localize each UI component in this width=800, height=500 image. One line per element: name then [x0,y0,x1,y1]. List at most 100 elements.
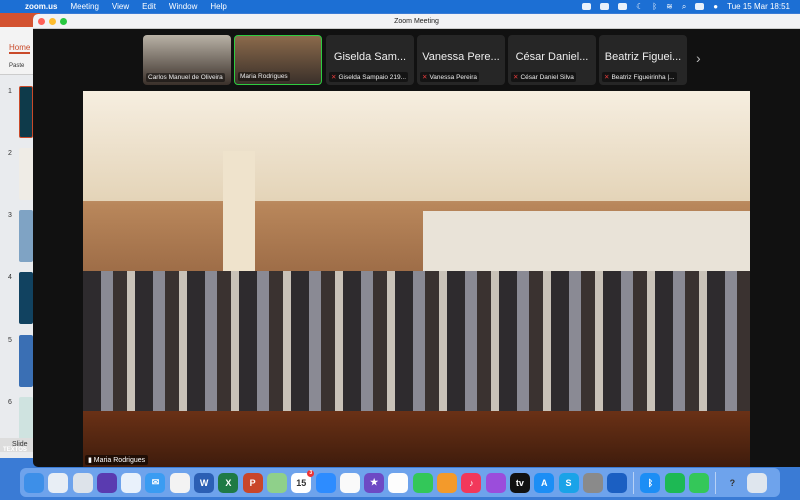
participant-label: ✕ Beatriz Figueirinha |... [602,72,677,82]
slide-thumbnail[interactable] [19,148,33,200]
dock-imovie-icon[interactable]: ★ [364,472,385,493]
dock-icon-glyph: W [199,477,209,488]
slide-number: 3 [8,212,12,219]
zoom-status-icon[interactable] [582,3,592,10]
participant-tile[interactable]: César Daniel... ✕ César Daniel Silva [508,35,596,85]
dock-safari-icon[interactable] [121,472,142,493]
dock-skype-icon[interactable]: S [558,472,579,493]
participant-tile[interactable]: Vanessa Pere... ✕ Vanessa Pereira [417,35,505,85]
dock: ✉ W X P 15 3 ★ ♪ tv A S ᛒ? [20,468,780,497]
dock-calendar-icon[interactable]: 15 3 [291,469,315,493]
dock-messages-icon[interactable] [689,472,710,493]
dock-facetime-icon[interactable] [412,472,433,493]
slide-number: 2 [8,150,12,157]
dock-trash-icon[interactable] [746,472,767,493]
zoom-window-button[interactable] [60,18,67,25]
dock-zoom-icon[interactable] [315,472,336,493]
dock-reminders-icon[interactable] [339,472,360,493]
slide-thumbnail[interactable] [19,335,33,387]
dock-icon-glyph: A [540,477,548,488]
control-center-icon[interactable] [695,3,705,10]
slide-thumbnail[interactable] [19,210,33,262]
dock-spotify-icon[interactable] [664,472,685,493]
dock-maps-icon[interactable] [266,472,287,493]
participant-label: Maria Rodrigues [238,72,290,81]
dock-help-icon[interactable]: ? [722,473,742,493]
clock[interactable]: Tue 15 Mar 18:51 [727,2,790,11]
muted-mic-icon: ✕ [422,74,428,81]
dock-podcasts-icon[interactable] [485,472,506,493]
slide-thumbnail[interactable] [19,86,33,138]
notification-badge: 3 [307,469,315,477]
dock-system-preferences-icon[interactable] [582,472,603,493]
skype-status-icon[interactable] [600,3,610,10]
participant-name: Giselda Sampaio 219... [338,74,407,81]
battery-icon[interactable] [618,3,628,10]
speaker-name: Maria Rodrigues [93,457,146,464]
participant-tile[interactable]: Giselda Sam... ✕ Giselda Sampaio 219... [326,35,414,85]
minimize-button[interactable] [49,18,56,25]
menu-app-name[interactable]: zoom.us [25,2,57,11]
do-not-disturb-icon[interactable]: ☾ [636,2,643,11]
dock-word-icon[interactable]: W [194,472,215,493]
speaker-label: ▮ Maria Rodrigues [85,455,149,465]
dock-apple-tv-icon[interactable]: tv [509,472,530,493]
wifi-icon[interactable]: ≋ [666,2,673,11]
dock-siri-icon[interactable] [96,472,117,493]
slide-number: 6 [8,399,12,406]
dock-icon-glyph: X [225,477,232,488]
menu-meeting[interactable]: Meeting [70,2,98,11]
dock-excel-icon[interactable]: X [218,472,239,493]
slide-number: 5 [8,337,12,344]
dock-screenshot-icon[interactable] [48,472,69,493]
next-page-arrow[interactable]: › [696,50,701,66]
dock-icon-glyph: ♪ [469,477,474,488]
dock-icon-glyph: S [565,477,572,488]
bluetooth-icon[interactable]: ᛒ [652,2,657,11]
participant-tile[interactable]: Beatriz Figuei... ✕ Beatriz Figueirinha |.… [599,35,687,85]
participant-name: Maria Rodrigues [240,73,288,80]
main-video: ▮ Maria Rodrigues [83,91,750,467]
dock-separator [715,471,717,494]
dock-icon-glyph: P [249,477,256,488]
participant-name: Beatriz Figueirinha |... [611,74,675,81]
dock-icon-glyph: tv [515,477,524,488]
dock-pages-icon[interactable] [437,472,458,493]
participant-tile[interactable]: Carlos Manuel de Oliveira [143,35,231,85]
dock-separator [633,471,635,494]
menu-window[interactable]: Window [169,2,197,11]
spotlight-icon[interactable]: ⌕ [682,2,686,12]
close-button[interactable] [38,18,45,25]
menu-edit[interactable]: Edit [142,2,156,11]
desktop-label: TEXTOS [3,447,27,453]
dock-mail-icon[interactable]: ✉ [145,472,166,493]
paste-button[interactable]: Paste [9,63,24,69]
dock-icon-glyph: ✉ [151,477,160,487]
siri-icon[interactable]: ● [713,2,718,11]
muted-mic-icon: ✕ [331,74,337,81]
participant-name: Carlos Manuel de Oliveira [148,74,223,81]
zoom-meeting-window: Zoom Meeting Carlos Manuel de Oliveira Ma… [33,14,800,467]
dock-icon-glyph: ᛒ [647,477,654,488]
participant-label: ✕ Vanessa Pereira [420,72,480,82]
video-ceiling [83,91,750,201]
dock-photos-icon[interactable] [388,472,409,493]
dock-bluetooth-icon[interactable]: ᛒ [640,472,661,493]
dock-app-store-icon[interactable]: A [534,472,555,493]
slide-thumbnail[interactable] [19,272,33,324]
participant-label: ✕ Giselda Sampaio 219... [329,72,409,82]
dock-chrome-icon[interactable] [169,472,190,493]
participant-name-large: Beatriz Figuei... [604,51,682,63]
participant-name: César Daniel Silva [520,74,574,81]
window-title: Zoom Meeting [394,18,439,25]
dock-launchpad-icon[interactable] [72,472,93,493]
ppt-tab-home[interactable]: Home [9,43,31,54]
menu-view[interactable]: View [112,2,129,11]
dock-finder-icon[interactable] [24,472,44,493]
participant-tile[interactable]: Maria Rodrigues [234,35,322,85]
dock-powerpoint-icon[interactable]: P [242,472,263,493]
dock-music-icon[interactable]: ♪ [461,472,482,493]
participant-label: Carlos Manuel de Oliveira [146,73,225,82]
dock-app-icon[interactable] [607,472,628,493]
menu-help[interactable]: Help [210,2,226,11]
